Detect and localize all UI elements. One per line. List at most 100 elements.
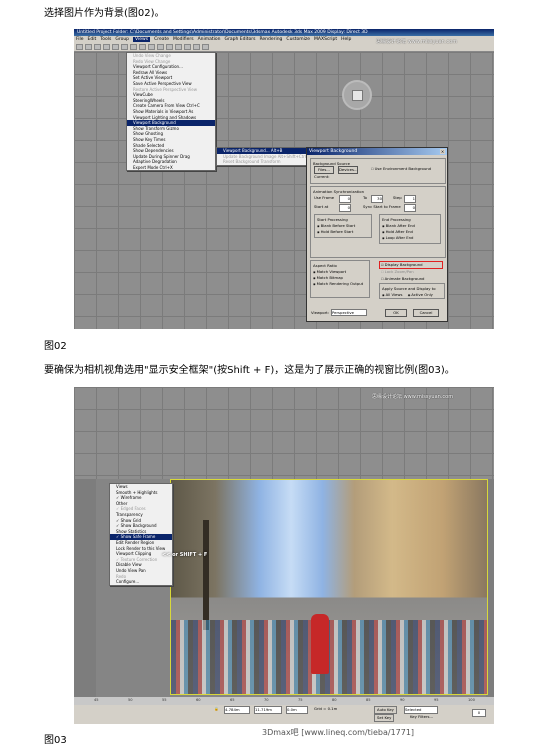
loop-after-radio[interactable]: Loop After End — [382, 235, 438, 241]
intro-caption: 选择图片作为背景(图02)。 — [44, 8, 165, 19]
curve-editor-icon[interactable] — [184, 44, 191, 50]
viewport-context-menu: Views Smooth + Highlights ✓ Wireframe Other… — [109, 483, 173, 586]
watermark: 思缘设计论坛 www.missyuan.com — [376, 39, 458, 45]
ruler-tick: 65 — [230, 698, 235, 702]
use-frame-field[interactable]: 0 — [339, 195, 351, 203]
ruler-tick: 75 — [298, 698, 303, 702]
ruler-tick: 45 — [94, 698, 99, 702]
fig03-caption: 图03 — [44, 735, 67, 746]
menu-create[interactable]: Create — [154, 37, 169, 42]
cancel-button[interactable]: Cancel — [413, 309, 439, 317]
views-menu: Undo View Change Redo View Change Viewport… — [126, 52, 216, 172]
footer-watermark: 3Dmax吧 [www.lineq.com/tieba/1771] — [262, 728, 415, 737]
viewport-top-grid[interactable] — [74, 387, 494, 479]
undo-icon[interactable] — [76, 44, 83, 50]
render-icon[interactable] — [202, 44, 209, 50]
align-icon[interactable] — [166, 44, 173, 50]
layer-icon[interactable] — [175, 44, 182, 50]
menu-edit[interactable]: Edit — [88, 37, 97, 42]
match-rendering-radio[interactable]: Match Rendering Output — [313, 281, 367, 287]
background-photo — [170, 479, 488, 695]
frame-field[interactable]: 0 — [472, 709, 486, 717]
menu-maxscript[interactable]: MAXScript — [314, 37, 337, 42]
ruler-tick: 100 — [468, 698, 475, 702]
sync-start-field[interactable]: 0 — [404, 204, 416, 212]
ruler-tick: 95 — [434, 698, 439, 702]
devices-button[interactable]: Devices... — [338, 166, 358, 174]
body-caption: 要确保为相机视角选用"显示安全框架"(按Shift + F)，这是为了展示正确的… — [44, 365, 455, 376]
unlink-icon[interactable] — [103, 44, 110, 50]
display-background-checkbox[interactable]: Display Background — [379, 261, 443, 269]
fig02-caption: 图02 — [44, 341, 67, 352]
lock-zoom-checkbox[interactable]: Lock Zoom/Pan — [381, 269, 414, 274]
all-views-radio[interactable]: All Views — [382, 292, 402, 297]
viewport-background-submenu: Viewport Background... Alt+B Update Backg… — [216, 147, 312, 166]
ruler-tick: 50 — [128, 698, 133, 702]
material-editor-icon[interactable] — [193, 44, 200, 50]
menu-views[interactable]: Views — [133, 37, 151, 42]
menu-modifiers[interactable]: Modifiers — [173, 37, 194, 42]
mirror-icon[interactable] — [157, 44, 164, 50]
context-menu-item[interactable]: Configure... — [110, 579, 172, 585]
select-icon[interactable] — [112, 44, 119, 50]
viewcube-icon[interactable] — [342, 80, 372, 110]
watermark: 思缘设计论坛 www.missyuan.com — [372, 394, 454, 400]
menu-graph-editors[interactable]: Graph Editors — [225, 37, 256, 42]
app-title-bar: Untitled Project Folder: C:\Documents an… — [74, 29, 494, 36]
z-coordinate-field[interactable]: 0.0m — [286, 706, 308, 714]
views-menu-item[interactable]: Expert Mode Ctrl+X — [127, 165, 215, 171]
menu-tools[interactable]: Tools — [100, 37, 111, 42]
figure-03: 思缘设计论坛 www.missyuan.com Views Smooth + Hi… — [74, 387, 494, 724]
apply-source-group: Apply Source and Display to All Views Ac… — [379, 283, 445, 299]
start-processing-group: Start Processing Blank Before Start Hold… — [314, 214, 372, 238]
rotate-icon[interactable] — [130, 44, 137, 50]
auto-key-button[interactable]: Auto Key — [374, 706, 397, 714]
files-button[interactable]: Files... — [314, 166, 334, 174]
selected-dropdown[interactable]: Selected — [404, 706, 438, 714]
crowd — [171, 620, 487, 694]
animate-background-checkbox[interactable]: Animate Background — [381, 276, 425, 281]
menu-help[interactable]: Help — [341, 37, 351, 42]
aspect-ratio-group: Aspect Ratio Match Viewport Match Bitmap… — [310, 260, 370, 298]
dialog-title: Viewport Background — [307, 148, 447, 155]
ok-button[interactable]: OK — [385, 309, 407, 317]
lamp-post — [203, 520, 209, 630]
animation-sync-group: Animation Synchronization Use Frame 0 To… — [310, 186, 446, 258]
shortcut-tip: << or SHIFT + F — [162, 552, 208, 558]
grid-size-label: Grid = 0.1m — [314, 706, 338, 711]
menu-group[interactable]: Group — [115, 37, 129, 42]
ruler-tick: 80 — [332, 698, 337, 702]
ruler-tick: 85 — [366, 698, 371, 702]
current-label: Current: — [314, 174, 330, 179]
status-bar: 🔒 4.784m 11.719m 0.0m Grid = 0.1m Auto K… — [74, 705, 494, 724]
close-icon[interactable]: × — [440, 149, 445, 154]
active-only-radio[interactable]: Active Only — [408, 292, 433, 297]
snap-icon[interactable] — [148, 44, 155, 50]
scale-icon[interactable] — [139, 44, 146, 50]
menu-rendering[interactable]: Rendering — [259, 37, 282, 42]
viewport-select[interactable]: Perspective — [331, 309, 367, 316]
person-red-shirt — [311, 614, 329, 674]
y-coordinate-field[interactable]: 11.719m — [254, 706, 282, 714]
to-field[interactable]: 30 — [371, 195, 383, 203]
ruler-tick: 70 — [264, 698, 269, 702]
x-coordinate-field[interactable]: 4.784m — [224, 706, 250, 714]
ruler-tick: 55 — [162, 698, 167, 702]
lock-icon[interactable]: 🔒 — [214, 706, 219, 712]
set-key-button[interactable]: Set Key — [374, 714, 395, 722]
link-icon[interactable] — [94, 44, 101, 50]
start-at-field[interactable]: 0 — [339, 204, 351, 212]
submenu-item[interactable]: Reset Background Transform — [217, 159, 307, 165]
menu-customize[interactable]: Customize — [286, 37, 310, 42]
ruler-tick: 90 — [400, 698, 405, 702]
menu-file[interactable]: File — [76, 37, 84, 42]
background-source-group: Background Source Files... Devices... Us… — [310, 158, 446, 184]
step-field[interactable]: 1 — [404, 195, 416, 203]
menu-animation[interactable]: Animation — [198, 37, 221, 42]
redo-icon[interactable] — [85, 44, 92, 50]
move-icon[interactable] — [121, 44, 128, 50]
use-environment-checkbox[interactable]: Use Environment Background — [371, 166, 431, 172]
hold-before-radio[interactable]: Hold Before Start — [317, 229, 369, 235]
timeline-ruler[interactable]: 45 50 55 60 65 70 75 80 85 90 95 100 — [74, 697, 494, 705]
key-filters-button[interactable]: Key Filters... — [410, 714, 433, 720]
